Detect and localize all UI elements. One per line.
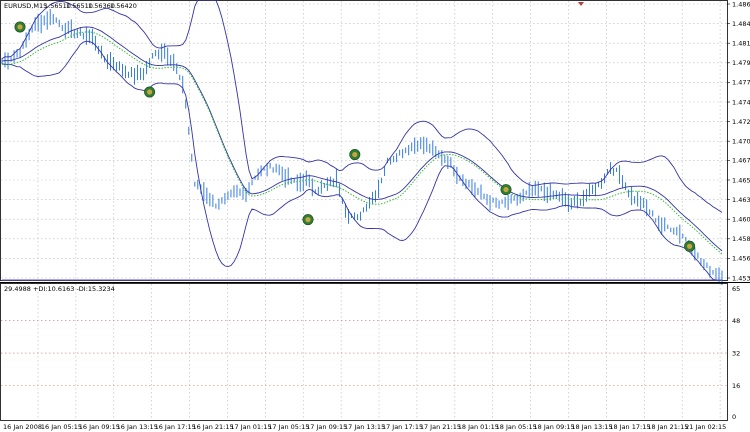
indicator-tick-label: 65 [732,285,740,293]
price-tick-label: 1.46780 [732,157,750,165]
symbol-title: EURUSD,M15 [4,2,47,10]
time-tick-label: 17 Jan 01:15 [230,423,271,431]
price-panel[interactable]: EURUSD,M15 1.56510 1.56510 1.56360 1.564… [0,0,750,286]
time-tick-label: 17 Jan 21:15 [420,423,461,431]
price-grid [1,1,727,280]
trade-marker-core [305,217,311,223]
price-bars [1,8,723,286]
trade-marker-icon[interactable] [684,240,696,252]
time-tick-label: 16 Jan 21:15 [192,423,233,431]
chart-root[interactable]: EURUSD,M15 1.56510 1.56510 1.56360 1.564… [0,0,750,432]
time-tick-label: 16 Jan 13:15 [117,423,158,431]
time-tick-label: 17 Jan 05:15 [268,423,309,431]
price-tick-label: 1.47245 [732,118,750,126]
shift-marker-icon[interactable] [578,2,584,6]
indicator-axis: 65 48 32 16 0 [732,285,740,421]
indicator-tick-label: 48 [732,317,740,325]
trade-marker-icon[interactable] [349,149,361,161]
ohlc-readout: 1.56510 1.56510 1.56360 1.56420 [44,2,137,10]
time-tick-label: 17 Jan 17:15 [382,423,423,431]
time-tick-label: 16 Jan 2008 [3,423,42,431]
price-tick-label: 1.45370 [732,274,750,282]
indicator-tick-label: 16 [732,382,740,390]
trade-marker-icon[interactable] [500,184,512,196]
indicator-panel-frame [0,283,728,421]
price-tick-label: 1.46310 [732,196,750,204]
trade-marker-icon[interactable] [144,86,156,98]
bollinger-middle-line [1,26,723,252]
price-tick-label: 1.47480 [732,98,750,106]
time-tick-label: 18 Jan 05:15 [496,423,537,431]
ohlc-close: 1.56420 [110,2,137,10]
indicator-grid [1,284,727,420]
bollinger-upper-line [1,0,723,213]
trade-marker-core [503,186,509,193]
time-tick-label: 18 Jan 01:15 [458,423,499,431]
price-tick-label: 1.46545 [732,176,750,184]
time-axis: 16 Jan 200816 Jan 05:1516 Jan 09:1516 Ja… [3,423,726,431]
price-tick-label: 1.47950 [732,59,750,67]
time-tick-label: 17 Jan 09:15 [306,423,347,431]
indicator-tick-label: 0 [732,413,736,421]
trade-marker-core [17,24,23,30]
trade-marker-icon[interactable] [302,214,314,226]
indicator-tick-label: 32 [732,349,740,357]
trade-marker-core [147,89,153,95]
price-axis: 1.48655 1.48420 1.48185 1.47950 1.47715 1.474… [727,0,750,282]
price-tick-label: 1.46075 [732,215,750,223]
time-tick-label: 16 Jan 09:15 [79,423,120,431]
trade-marker-core [687,243,693,249]
price-tick-label: 1.45840 [732,235,750,243]
price-tick-label: 1.47010 [732,138,750,146]
time-tick-label: 16 Jan 05:15 [41,423,82,431]
price-tick-label: 1.48185 [732,40,750,48]
price-tick-label: 1.48655 [732,0,750,8]
time-tick-label: 18 Jan 21:15 [647,423,688,431]
indicator-label: 29.4988 +DI:10.6163 -DI:15.3234 [4,285,115,293]
time-tick-label: 17 Jan 13:15 [344,423,385,431]
price-tick-label: 1.48420 [732,20,750,28]
price-tick-label: 1.45605 [732,255,750,263]
time-tick-label: 18 Jan 13:15 [571,423,612,431]
time-tick-label: 18 Jan 09:15 [534,423,575,431]
time-tick-label: 18 Jan 17:15 [609,423,650,431]
time-tick-label: 16 Jan 17:15 [155,423,196,431]
trade-marker-icon[interactable] [14,21,26,33]
time-tick-label: 21 Jan 02:15 [685,423,726,431]
indicator-panel[interactable]: 29.4988 +DI:10.6163 -DI:15.3234 65 48 32 16… [0,279,741,421]
price-tick-label: 1.47715 [732,79,750,87]
trade-marker-core [352,151,358,158]
